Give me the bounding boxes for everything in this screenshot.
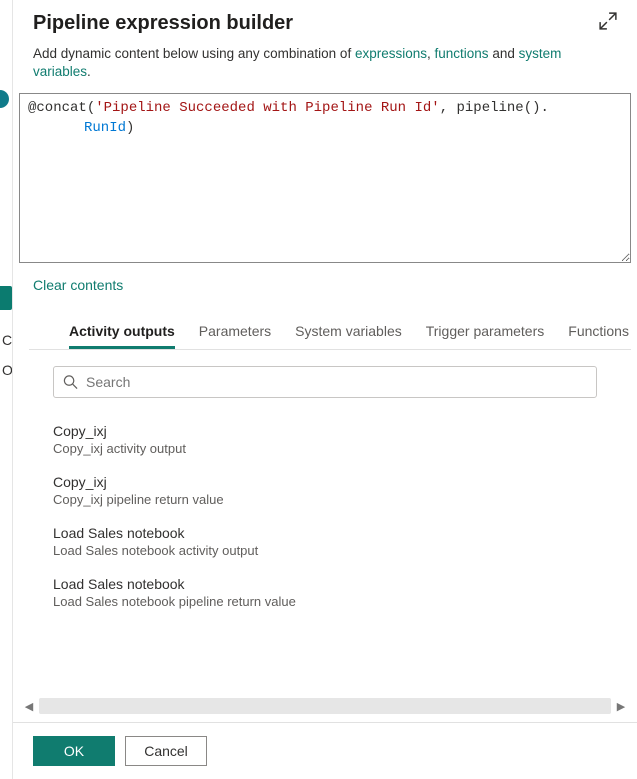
link-expressions[interactable]: expressions [355,46,427,61]
list-item-sub: Load Sales notebook pipeline return valu… [53,593,597,610]
search-icon [63,375,78,390]
search-input[interactable] [53,366,597,398]
underlying-panel: C O [0,0,12,779]
list-item[interactable]: Copy_ixj Copy_ixj activity output [53,422,597,457]
list-item-title: Copy_ixj [53,473,597,491]
page-title: Pipeline expression builder [33,12,293,35]
underlying-letter: C [2,332,12,348]
activity-output-list: Copy_ixj Copy_ixj activity output Copy_i… [53,422,597,626]
scroll-thumb[interactable] [39,698,611,714]
list-item-sub: Copy_ixj pipeline return value [53,491,597,508]
underlying-badge [0,90,9,108]
scroll-track[interactable] [39,698,611,714]
list-item-title: Copy_ixj [53,422,597,440]
clear-contents-link[interactable]: Clear contents [33,277,123,293]
tab-bar: Activity outputs Parameters System varia… [29,293,631,350]
tab-system-variables[interactable]: System variables [295,323,402,349]
cancel-button[interactable]: Cancel [125,736,207,766]
list-item[interactable]: Copy_ixj Copy_ixj pipeline return value [53,473,597,508]
ok-button[interactable]: OK [33,736,115,766]
tab-activity-outputs[interactable]: Activity outputs [69,323,175,349]
underlying-selection [0,286,12,310]
list-item-title: Load Sales notebook [53,575,597,593]
tab-parameters[interactable]: Parameters [199,323,271,349]
scroll-left-icon[interactable]: ◀ [21,700,37,713]
list-item-sub: Load Sales notebook activity output [53,542,597,559]
link-functions[interactable]: functions [435,46,489,61]
list-item[interactable]: Load Sales notebook Load Sales notebook … [53,575,597,610]
list-item-sub: Copy_ixj activity output [53,440,597,457]
expand-icon[interactable] [599,12,617,30]
intro-text: Add dynamic content below using any comb… [13,43,637,91]
list-item[interactable]: Load Sales notebook Load Sales notebook … [53,524,597,559]
horizontal-scrollbar[interactable]: ◀ ▶ [21,697,629,715]
expression-builder-panel: Pipeline expression builder Add dynamic … [12,0,637,779]
list-item-title: Load Sales notebook [53,524,597,542]
scroll-right-icon[interactable]: ▶ [613,700,629,713]
expression-editor[interactable]: @concat('Pipeline Succeeded with Pipelin… [19,93,631,263]
tab-trigger-parameters[interactable]: Trigger parameters [426,323,545,349]
tab-functions[interactable]: Functions [568,323,629,349]
footer: OK Cancel [13,723,637,779]
